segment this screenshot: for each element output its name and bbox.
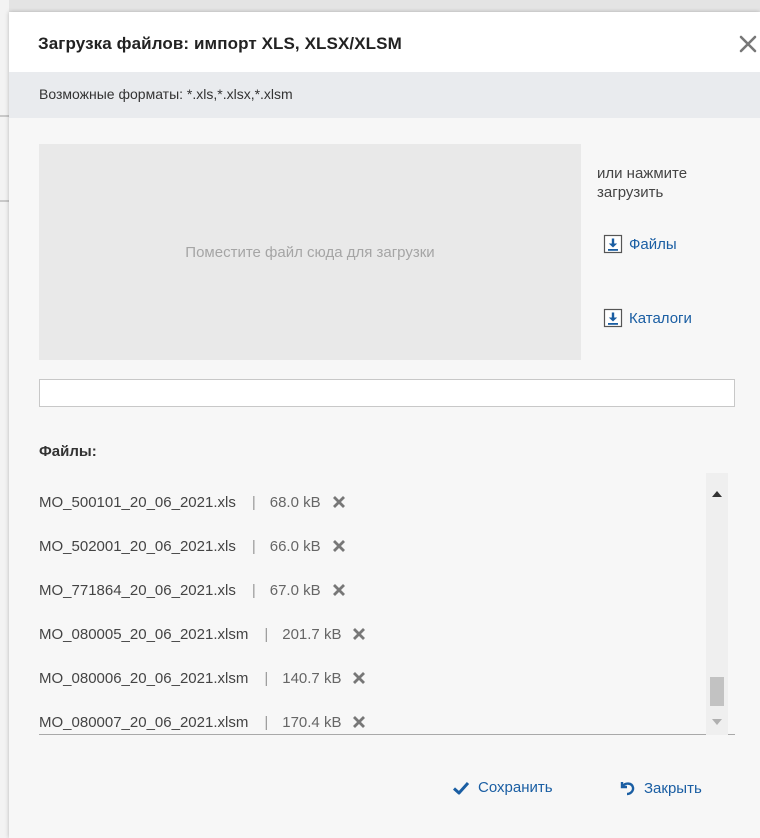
separator: | — [264, 713, 269, 731]
file-size: 68.0 kB — [269, 493, 321, 511]
file-list-scrollbar[interactable] — [706, 473, 728, 735]
close-button[interactable]: Закрыть — [618, 779, 702, 797]
file-size: 201.7 kB — [282, 625, 342, 643]
file-name: MO_080007_20_06_2021.xlsm — [39, 713, 249, 731]
close-icon[interactable] — [736, 32, 760, 56]
file-name: MO_080005_20_06_2021.xlsm — [39, 625, 249, 643]
file-name: MO_771864_20_06_2021.xls — [39, 581, 236, 599]
separator: | — [251, 493, 256, 511]
separator: | — [251, 581, 256, 599]
list-item: MO_080005_20_06_2021.xlsm | 201.7 kB — [39, 619, 709, 649]
list-item: MO_080006_20_06_2021.xlsm | 140.7 kB — [39, 663, 709, 693]
separator: | — [264, 669, 269, 687]
dialog-title: Загрузка файлов: импорт XLS, XLSX/XLSM — [38, 34, 402, 53]
file-size: 67.0 kB — [269, 581, 321, 599]
file-size: 170.4 kB — [282, 713, 342, 731]
scrollbar-thumb[interactable] — [710, 677, 724, 706]
download-icon — [603, 234, 623, 254]
upload-folders-label: Каталоги — [629, 309, 692, 327]
remove-file-icon[interactable] — [350, 669, 368, 687]
upload-folders-link[interactable]: Каталоги — [603, 308, 692, 328]
file-name: MO_080006_20_06_2021.xlsm — [39, 669, 249, 687]
remove-file-icon[interactable] — [330, 493, 348, 511]
upload-files-link[interactable]: Файлы — [603, 234, 677, 254]
remove-file-icon[interactable] — [350, 713, 368, 731]
dropzone-hint: Поместите файл сюда для загрузки — [185, 244, 435, 261]
save-button[interactable]: Сохранить — [452, 779, 553, 796]
save-label: Сохранить — [478, 779, 553, 796]
separator: | — [264, 625, 269, 643]
file-dropzone[interactable]: Поместите файл сюда для загрузки — [39, 144, 581, 360]
remove-file-icon[interactable] — [330, 581, 348, 599]
upload-progress-bar — [39, 379, 735, 407]
file-size: 66.0 kB — [269, 537, 321, 555]
list-item: MO_771864_20_06_2021.xls | 67.0 kB — [39, 575, 709, 605]
remove-file-icon[interactable] — [350, 625, 368, 643]
list-item: MO_502001_20_06_2021.xls | 66.0 kB — [39, 531, 709, 561]
formats-info-bar: Возможные форматы: *.xls,*.xlsx,*.xlsm — [9, 72, 760, 118]
upload-files-label: Файлы — [629, 235, 677, 253]
formats-text: Возможные форматы: *.xls,*.xlsx,*.xlsm — [39, 86, 293, 102]
file-list: MO_500101_20_06_2021.xls | 68.0 kB MO_50… — [39, 473, 735, 735]
background-divider — [0, 200, 9, 202]
file-name: MO_500101_20_06_2021.xls — [39, 493, 236, 511]
file-size: 140.7 kB — [282, 669, 342, 687]
list-item: MO_500101_20_06_2021.xls | 68.0 kB — [39, 487, 709, 517]
download-icon — [603, 308, 623, 328]
background-app-strip — [0, 0, 760, 12]
checkmark-icon — [452, 781, 470, 794]
files-heading: Файлы: — [39, 443, 97, 460]
remove-file-icon[interactable] — [330, 537, 348, 555]
file-name: MO_502001_20_06_2021.xls — [39, 537, 236, 555]
undo-icon — [620, 782, 635, 796]
background-divider — [0, 115, 9, 117]
background-app-edge — [0, 0, 9, 838]
upload-hint: или нажмите загрузить — [597, 165, 688, 201]
separator: | — [251, 537, 256, 555]
dialog-header: Загрузка файлов: импорт XLS, XLSX/XLSM — [9, 12, 760, 72]
scroll-up-arrow-icon[interactable] — [711, 490, 723, 498]
close-label: Закрыть — [644, 779, 702, 797]
scroll-down-arrow-icon[interactable] — [711, 718, 723, 726]
list-item: MO_080007_20_06_2021.xlsm | 170.4 kB — [39, 707, 709, 734]
